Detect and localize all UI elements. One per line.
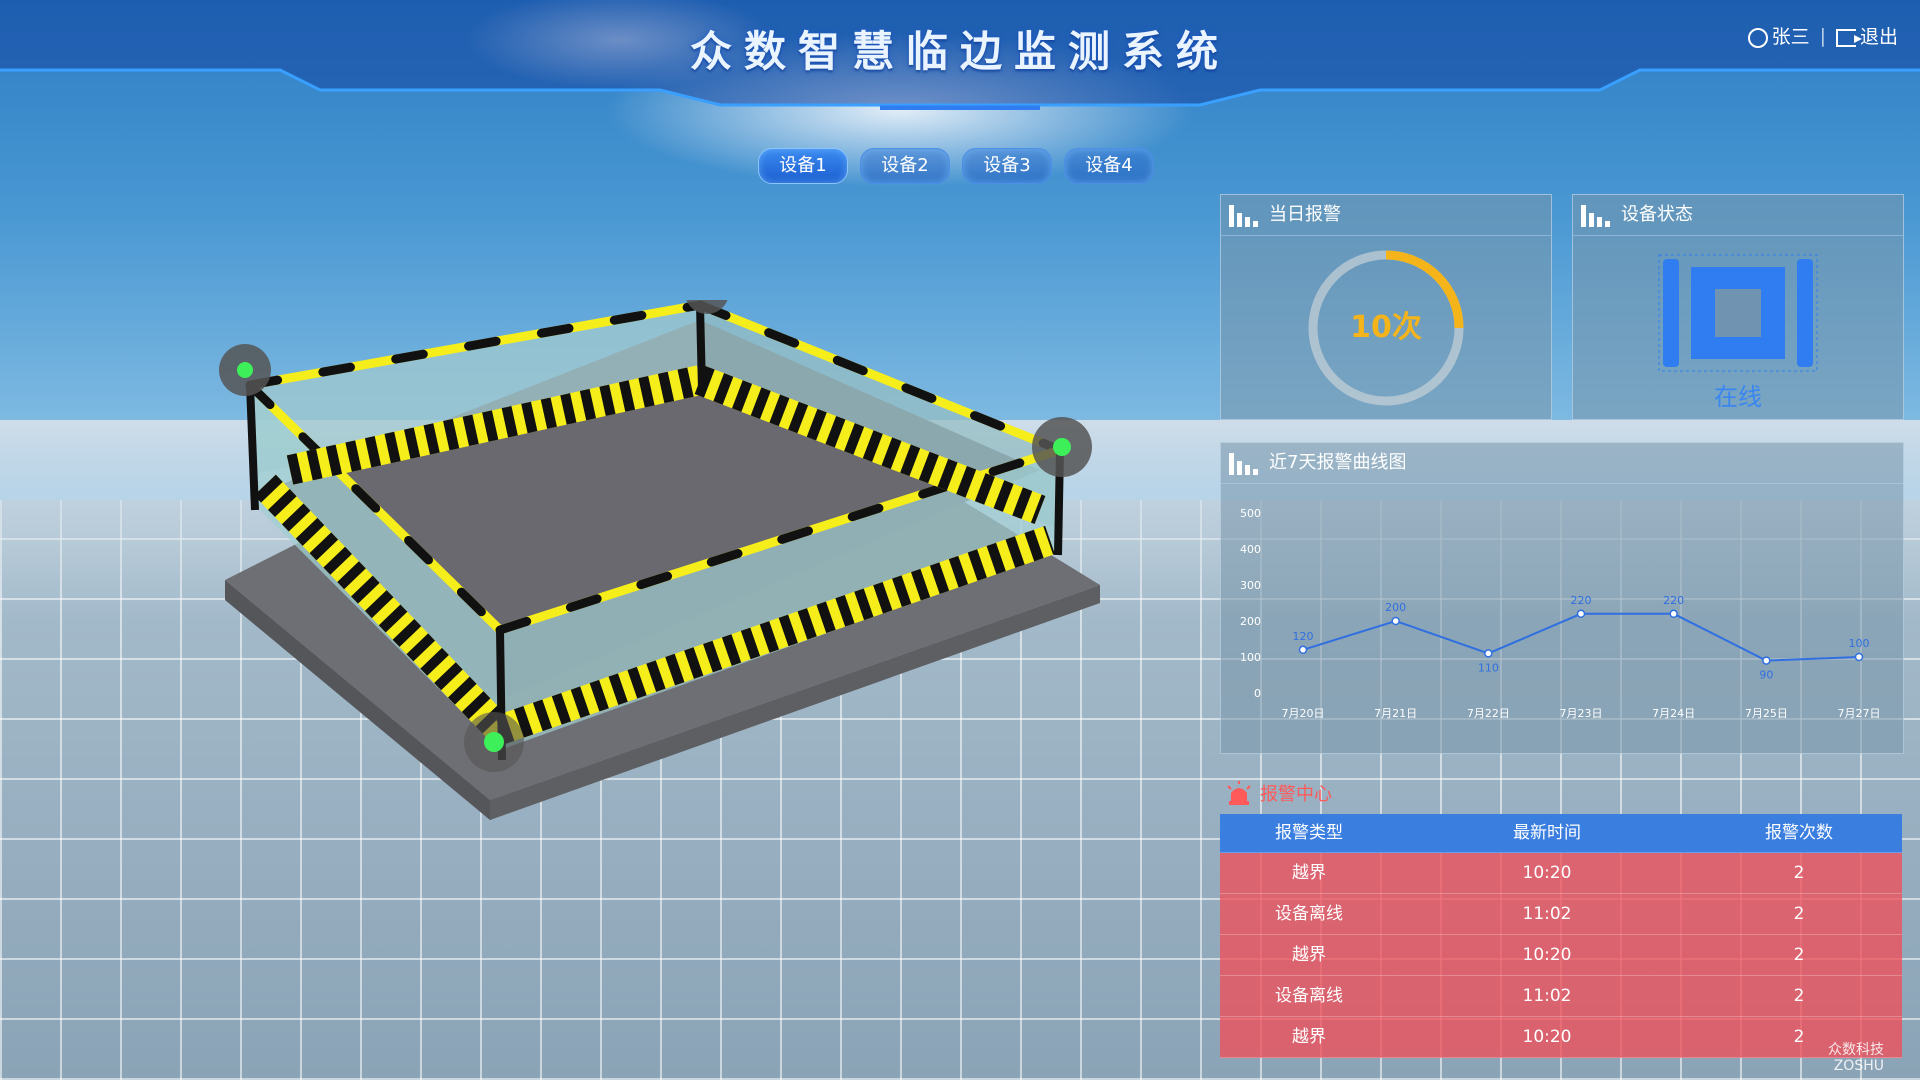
y-tick-label: 200: [1240, 615, 1261, 628]
column-header: 报警次数: [1765, 823, 1833, 843]
data-point: [1669, 609, 1678, 619]
y-tick-label: 500: [1240, 507, 1261, 520]
device-status-title: 设备状态: [1621, 204, 1693, 225]
cell-type: 设备离线: [1275, 904, 1343, 924]
data-label: 110: [1478, 661, 1499, 674]
device-online-icon: [1658, 254, 1818, 372]
table-row[interactable]: 越界 10:20 2: [1220, 935, 1902, 976]
page-title: 众数智慧临边监测系统: [689, 27, 1230, 76]
cell-count: 2: [1793, 986, 1805, 1006]
user-menu[interactable]: 张三: [1747, 22, 1810, 49]
table-row[interactable]: 设备离线 11:02 2: [1220, 976, 1902, 1017]
data-label: 220: [1571, 594, 1592, 607]
daily-alarm-gauge: 10次: [1305, 247, 1467, 409]
column-header: 最新时间: [1513, 823, 1581, 843]
fence-3d-scene: [219, 300, 1100, 820]
cell-type: 越界: [1292, 1027, 1326, 1047]
data-label: 200: [1385, 601, 1406, 614]
cell-time: 10:20: [1522, 863, 1572, 883]
data-label: 100: [1849, 637, 1870, 650]
alarm-table-header: 报警类型 最新时间 报警次数: [1220, 814, 1902, 853]
y-tick-label: 400: [1240, 543, 1261, 556]
series-line: [1302, 612, 1860, 662]
logout-label: 退出: [1859, 26, 1898, 48]
bar-chart-icon: [1581, 205, 1611, 227]
cell-type: 设备离线: [1275, 986, 1343, 1006]
x-tick-label: 7月23日: [1560, 707, 1603, 720]
header: 众数智慧临边监测系统 张三 | 退出: [0, 0, 1920, 110]
y-tick-label: 0: [1254, 687, 1261, 700]
table-row[interactable]: 越界 10:20 2: [1220, 1017, 1902, 1058]
daily-alarm-value: 10次: [1350, 310, 1422, 345]
cell-count: 2: [1793, 945, 1805, 965]
data-point: [1484, 649, 1493, 658]
daily-alarm-header: 当日报警: [1221, 195, 1551, 236]
x-tick-label: 7月27日: [1838, 707, 1881, 720]
y-tick-label: 100: [1240, 651, 1261, 664]
daily-alarm-title: 当日报警: [1269, 204, 1341, 225]
x-tick-label: 7月24日: [1652, 707, 1695, 720]
bar-chart-icon: [1229, 205, 1259, 227]
device-status-panel: 设备状态 在线: [1572, 194, 1904, 420]
cell-type: 越界: [1292, 945, 1326, 965]
cell-time: 11:02: [1522, 904, 1572, 924]
device-tabs: 设备1 设备2 设备3 设备4: [758, 148, 1154, 184]
trend-chart-panel: 近7天报警曲线图 0 100 200 300 400 500 7月20日 7月21日 7月22日…: [1220, 442, 1904, 754]
alarm-table: 报警类型 最新时间 报警次数 越界 10:20 2 设备离线 11:02 2 越…: [1220, 814, 1902, 1058]
data-point: [1298, 645, 1308, 655]
tab-device-1[interactable]: 设备1: [758, 148, 848, 184]
logout-button[interactable]: 退出: [1835, 22, 1898, 49]
user-name: 张三: [1771, 26, 1810, 48]
cell-type: 越界: [1292, 863, 1326, 883]
column-header: 报警类型: [1275, 823, 1343, 843]
table-row[interactable]: 设备离线 11:02 2: [1220, 894, 1902, 935]
alarm-center-title: 报警中心: [1260, 784, 1332, 805]
data-point: [1854, 652, 1864, 662]
trend-chart-header: 近7天报警曲线图: [1221, 443, 1903, 484]
data-point: [1762, 656, 1771, 665]
table-row[interactable]: 越界 10:20 2: [1220, 853, 1902, 894]
cell-time: 11:02: [1522, 986, 1572, 1006]
watermark: 众数科技 ZOSHU: [1828, 1042, 1884, 1074]
device-status-header: 设备状态: [1573, 195, 1903, 236]
x-tick-label: 7月25日: [1745, 707, 1788, 720]
tab-device-4[interactable]: 设备4: [1064, 148, 1154, 184]
watermark-line2: ZOSHU: [1833, 1058, 1884, 1074]
trend-chart-title: 近7天报警曲线图: [1269, 452, 1407, 473]
logout-icon: [1835, 28, 1862, 47]
tab-device-3[interactable]: 设备3: [962, 148, 1052, 184]
tab-device-2[interactable]: 设备2: [860, 148, 950, 184]
data-label: 220: [1663, 594, 1684, 607]
cell-count: 2: [1793, 904, 1805, 924]
daily-alarm-panel: 当日报警 10次: [1220, 194, 1552, 420]
alarm-center-header: 报警中心: [1226, 780, 1332, 806]
data-point: [1391, 616, 1400, 626]
y-tick-label: 300: [1240, 579, 1261, 592]
x-tick-label: 7月20日: [1282, 707, 1325, 720]
cell-count: 2: [1793, 863, 1805, 883]
x-tick-label: 7月21日: [1374, 707, 1417, 720]
cell-time: 10:20: [1522, 1027, 1572, 1047]
bar-chart-icon: [1229, 453, 1259, 475]
device-status-value: 在线: [1714, 383, 1762, 411]
user-bar: 张三 | 退出: [1747, 22, 1898, 49]
x-tick-label: 7月22日: [1467, 707, 1510, 720]
separator: |: [1819, 24, 1826, 47]
data-label: 120: [1293, 630, 1314, 643]
data-point: [1576, 609, 1586, 619]
cell-time: 10:20: [1522, 945, 1572, 965]
data-label: 90: [1759, 669, 1773, 682]
watermark-line1: 众数科技: [1828, 1042, 1884, 1058]
trend-line-chart: 0 100 200 300 400 500 7月20日 7月21日 7月22日 7月23日 7月24…: [1240, 507, 1881, 720]
alarm-siren-icon: [1227, 781, 1251, 805]
user-icon: [1747, 27, 1768, 48]
